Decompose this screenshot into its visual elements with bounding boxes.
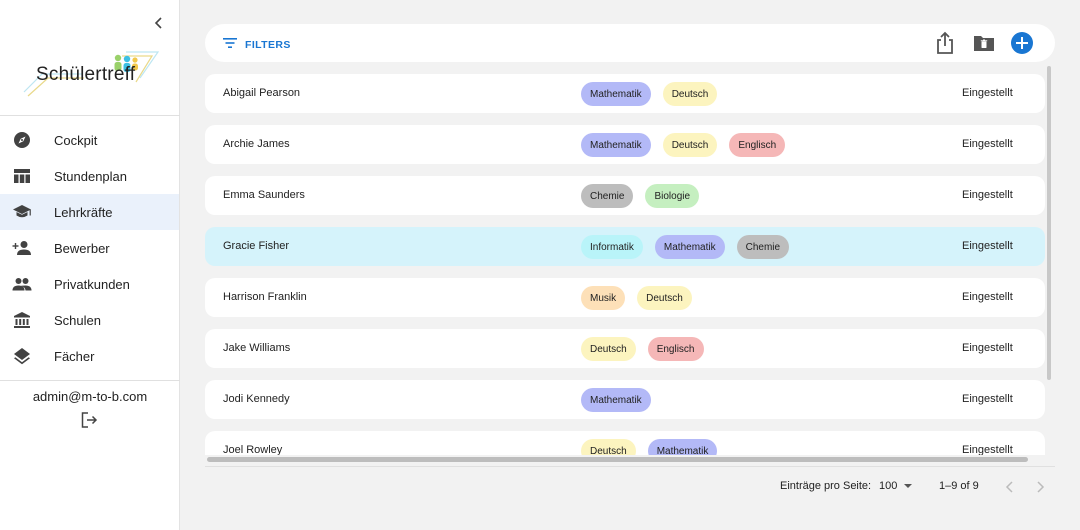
subject-chip: Deutsch — [637, 286, 692, 310]
subject-chip: Biologie — [645, 184, 700, 208]
sidebar-item-faecher[interactable]: Fächer — [0, 338, 179, 374]
teacher-name: Emma Saunders — [223, 189, 305, 201]
people-icon — [12, 274, 32, 294]
subject-chips: Musik Deutsch — [581, 286, 692, 310]
horizontal-scrollbar[interactable] — [207, 457, 1028, 462]
subject-chips: Mathematik — [581, 388, 651, 412]
subject-chip: Deutsch — [662, 82, 718, 106]
logout-icon[interactable] — [80, 411, 98, 429]
table-row[interactable]: Harrison Franklin Musik Deutsch Eingestellt — [205, 278, 1045, 317]
status-label: Eingestellt — [962, 240, 1013, 252]
subject-chips: Mathematik Deutsch Englisch — [581, 133, 786, 157]
status-label: Eingestellt — [962, 189, 1013, 201]
status-label: Eingestellt — [962, 138, 1013, 150]
sidebar-item-label: Fächer — [54, 348, 95, 364]
teacher-name: Archie James — [223, 138, 290, 150]
toolbar: FILTERS — [205, 24, 1055, 62]
table-row[interactable]: Archie James Mathematik Deutsch Englisch Ein… — [205, 125, 1045, 164]
share-icon[interactable] — [933, 31, 957, 55]
subject-chip: Englisch — [647, 337, 704, 361]
rows-per-page-select[interactable]: 100 — [879, 480, 913, 492]
teacher-name: Abigail Pearson — [223, 87, 301, 99]
subject-chips: Deutsch Mathematik — [581, 439, 718, 455]
user-email: admin@m-to-b.com — [32, 389, 148, 404]
chevron-right-icon[interactable] — [1032, 479, 1048, 495]
teacher-name: Gracie Fisher — [223, 240, 290, 252]
divider — [0, 380, 180, 381]
subject-chip: Mathematik — [647, 439, 718, 455]
add-circle-icon[interactable] — [1010, 31, 1034, 55]
sidebar-item-label: Privatkunden — [54, 276, 130, 292]
subject-chip: Deutsch — [581, 337, 636, 361]
logo: Schülertreff — [22, 48, 162, 98]
teacher-name: Jake Williams — [223, 342, 291, 354]
status-label: Eingestellt — [962, 342, 1013, 354]
table-icon — [12, 166, 32, 186]
sidebar-item-label: Stundenplan — [54, 168, 128, 184]
status-label: Eingestellt — [962, 444, 1013, 455]
page-range: 1–9 of 9 — [939, 480, 979, 492]
sidebar-nav: Cockpit Stundenplan Lehrkräfte Bewerber … — [0, 122, 179, 374]
divider — [0, 115, 180, 116]
subject-chip: Informatik — [581, 235, 643, 259]
subject-chips: Informatik Mathematik Chemie — [581, 235, 790, 259]
sidebar: Schülertreff Cockpit Stundenplan Lehrkrä… — [0, 0, 180, 530]
sidebar-item-privatkunden[interactable]: Privatkunden — [0, 266, 179, 302]
status-label: Eingestellt — [962, 87, 1013, 99]
filter-list-icon — [223, 36, 237, 54]
teacher-name: Harrison Franklin — [223, 291, 307, 303]
chevron-left-icon[interactable] — [150, 14, 168, 32]
compass-icon — [12, 130, 32, 150]
subject-chips: Chemie Biologie — [581, 184, 700, 208]
subject-chip: Mathematik — [581, 133, 651, 157]
table-row[interactable]: Emma Saunders Chemie Biologie Eingestellt — [205, 176, 1045, 215]
subject-chip: Mathematik — [654, 235, 725, 259]
sidebar-item-schulen[interactable]: Schulen — [0, 302, 179, 338]
filters-label: FILTERS — [245, 39, 291, 51]
layers-icon — [12, 346, 32, 366]
sidebar-item-label: Cockpit — [54, 132, 98, 148]
subject-chips: Mathematik Deutsch — [581, 82, 718, 106]
sidebar-item-label: Lehrkräfte — [54, 204, 113, 220]
vertical-scrollbar[interactable] — [1047, 66, 1051, 380]
table-row[interactable]: Jodi Kennedy Mathematik Eingestellt — [205, 380, 1045, 419]
table-row[interactable]: Jake Williams Deutsch Englisch Eingestellt — [205, 329, 1045, 368]
sidebar-item-label: Schulen — [54, 312, 101, 328]
subject-chip: Mathematik — [581, 388, 651, 412]
logo-text: Schülertreff — [36, 64, 136, 85]
rows-per-page-label: Einträge pro Seite: — [780, 480, 872, 492]
teacher-name: Jodi Kennedy — [223, 393, 290, 405]
sidebar-item-cockpit[interactable]: Cockpit — [0, 122, 179, 158]
sidebar-item-label: Bewerber — [54, 240, 110, 256]
teachers-table: Abigail Pearson Mathematik Deutsch Eingeste… — [205, 74, 1045, 455]
rows-per-page-value: 100 — [879, 480, 898, 492]
subject-chip: Chemie — [736, 235, 790, 259]
filters-button[interactable]: FILTERS — [223, 36, 291, 54]
chevron-left-icon[interactable] — [1002, 479, 1018, 495]
subject-chips: Deutsch Englisch — [581, 337, 704, 361]
divider — [205, 466, 1055, 467]
subject-chip: Chemie — [581, 184, 634, 208]
subject-chip: Musik — [581, 286, 626, 310]
sidebar-item-bewerber[interactable]: Bewerber — [0, 230, 179, 266]
teacher-name: Joel Rowley — [223, 444, 283, 455]
school-cap-icon — [12, 202, 32, 222]
sidebar-item-stundenplan[interactable]: Stundenplan — [0, 158, 179, 194]
subject-chip: Deutsch — [581, 439, 636, 455]
bank-icon — [12, 310, 32, 330]
folder-delete-icon[interactable] — [972, 31, 996, 55]
status-label: Eingestellt — [962, 291, 1013, 303]
table-row[interactable]: Joel Rowley Deutsch Mathematik Eingestellt — [205, 431, 1045, 455]
subject-chip: Deutsch — [662, 133, 718, 157]
table-row[interactable]: Gracie Fisher Informatik Mathematik Chemie E… — [205, 227, 1045, 266]
sidebar-item-lehrkraefte[interactable]: Lehrkräfte — [0, 194, 179, 230]
table-row[interactable]: Abigail Pearson Mathematik Deutsch Eingeste… — [205, 74, 1045, 113]
status-label: Eingestellt — [962, 393, 1013, 405]
person-add-icon — [12, 238, 32, 258]
subject-chip: Mathematik — [581, 82, 651, 106]
caret-down-icon — [903, 483, 913, 489]
subject-chip: Englisch — [729, 133, 786, 157]
